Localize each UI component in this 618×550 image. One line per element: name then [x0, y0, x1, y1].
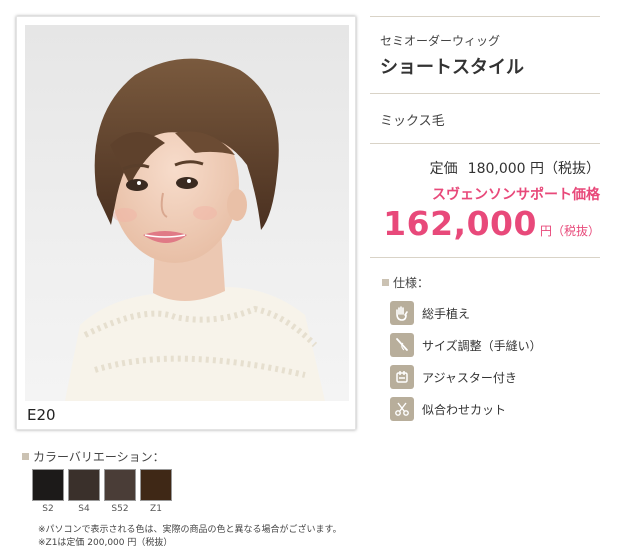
- model-code: E20: [27, 406, 56, 424]
- divider: [370, 257, 600, 258]
- color-swatch-item[interactable]: S2: [32, 469, 64, 514]
- sale-price-unit: 円（税抜）: [539, 224, 600, 238]
- swatch-label: Z1: [150, 504, 162, 514]
- color-swatch-list: S2 S4 S52 Z1: [32, 469, 176, 514]
- divider: [370, 16, 600, 17]
- color-swatch-item[interactable]: S52: [104, 469, 136, 514]
- adjuster-icon: [390, 365, 414, 389]
- list-price-amount: 180,000 円（税抜）: [467, 161, 600, 177]
- spec-label: 似合わせカット: [422, 402, 507, 417]
- model-illustration: [65, 58, 325, 401]
- spec-list: 総手植え サイズ調整（手縫い） アジャスター付き 似合わせカット: [390, 297, 600, 425]
- hand-icon: [390, 301, 414, 325]
- spec-heading: 仕様：: [382, 274, 600, 291]
- spec-item: 似合わせカット: [390, 393, 600, 425]
- color-disclaimer-note: ※パソコンで表示される色は、実際の商品の色と異なる場合がございます。: [38, 525, 342, 535]
- spec-label: サイズ調整（手縫い）: [422, 338, 542, 353]
- material-text: ミックス毛: [380, 114, 445, 129]
- product-photo-card: E20: [16, 16, 356, 430]
- product-title: ショートスタイル: [380, 57, 524, 78]
- color-swatch[interactable]: [32, 469, 64, 501]
- sale-price-label: スヴェンソンサポート価格: [432, 187, 600, 203]
- color-swatch[interactable]: [104, 469, 136, 501]
- swatch-label: S52: [111, 504, 129, 514]
- divider: [370, 93, 600, 94]
- bullet-square-icon: [22, 453, 29, 460]
- swatch-label: S2: [42, 504, 54, 514]
- color-swatch[interactable]: [140, 469, 172, 501]
- spec-label: 総手植え: [422, 306, 471, 321]
- product-info-panel: セミオーダーウィッグ ショートスタイル ミックス毛 定価 180,000 円（税抜…: [370, 16, 600, 425]
- list-price-label: 定価: [429, 161, 458, 177]
- spec-item: アジャスター付き: [390, 361, 600, 393]
- color-swatch-item[interactable]: Z1: [140, 469, 172, 514]
- sale-price: 162,000 円（税抜）: [370, 204, 600, 243]
- color-swatch-item[interactable]: S4: [68, 469, 100, 514]
- color-variation-heading: カラーバリエーション：: [22, 448, 165, 465]
- needle-icon: [390, 333, 414, 357]
- model-photo: [25, 25, 349, 401]
- list-price: 定価 180,000 円（税抜）: [370, 158, 600, 178]
- product-subtitle: セミオーダーウィッグ: [380, 34, 501, 48]
- bullet-square-icon: [382, 279, 389, 286]
- swatch-label: S4: [78, 504, 90, 514]
- spec-label: アジャスター付き: [422, 370, 517, 385]
- color-swatch[interactable]: [68, 469, 100, 501]
- z1-price-note: ※Z1は定価 200,000 円（税抜）: [38, 538, 173, 548]
- spec-item: サイズ調整（手縫い）: [390, 329, 600, 361]
- spec-item: 総手植え: [390, 297, 600, 329]
- divider: [370, 143, 600, 144]
- sale-price-amount: 162,000: [383, 204, 537, 243]
- scissors-icon: [390, 397, 414, 421]
